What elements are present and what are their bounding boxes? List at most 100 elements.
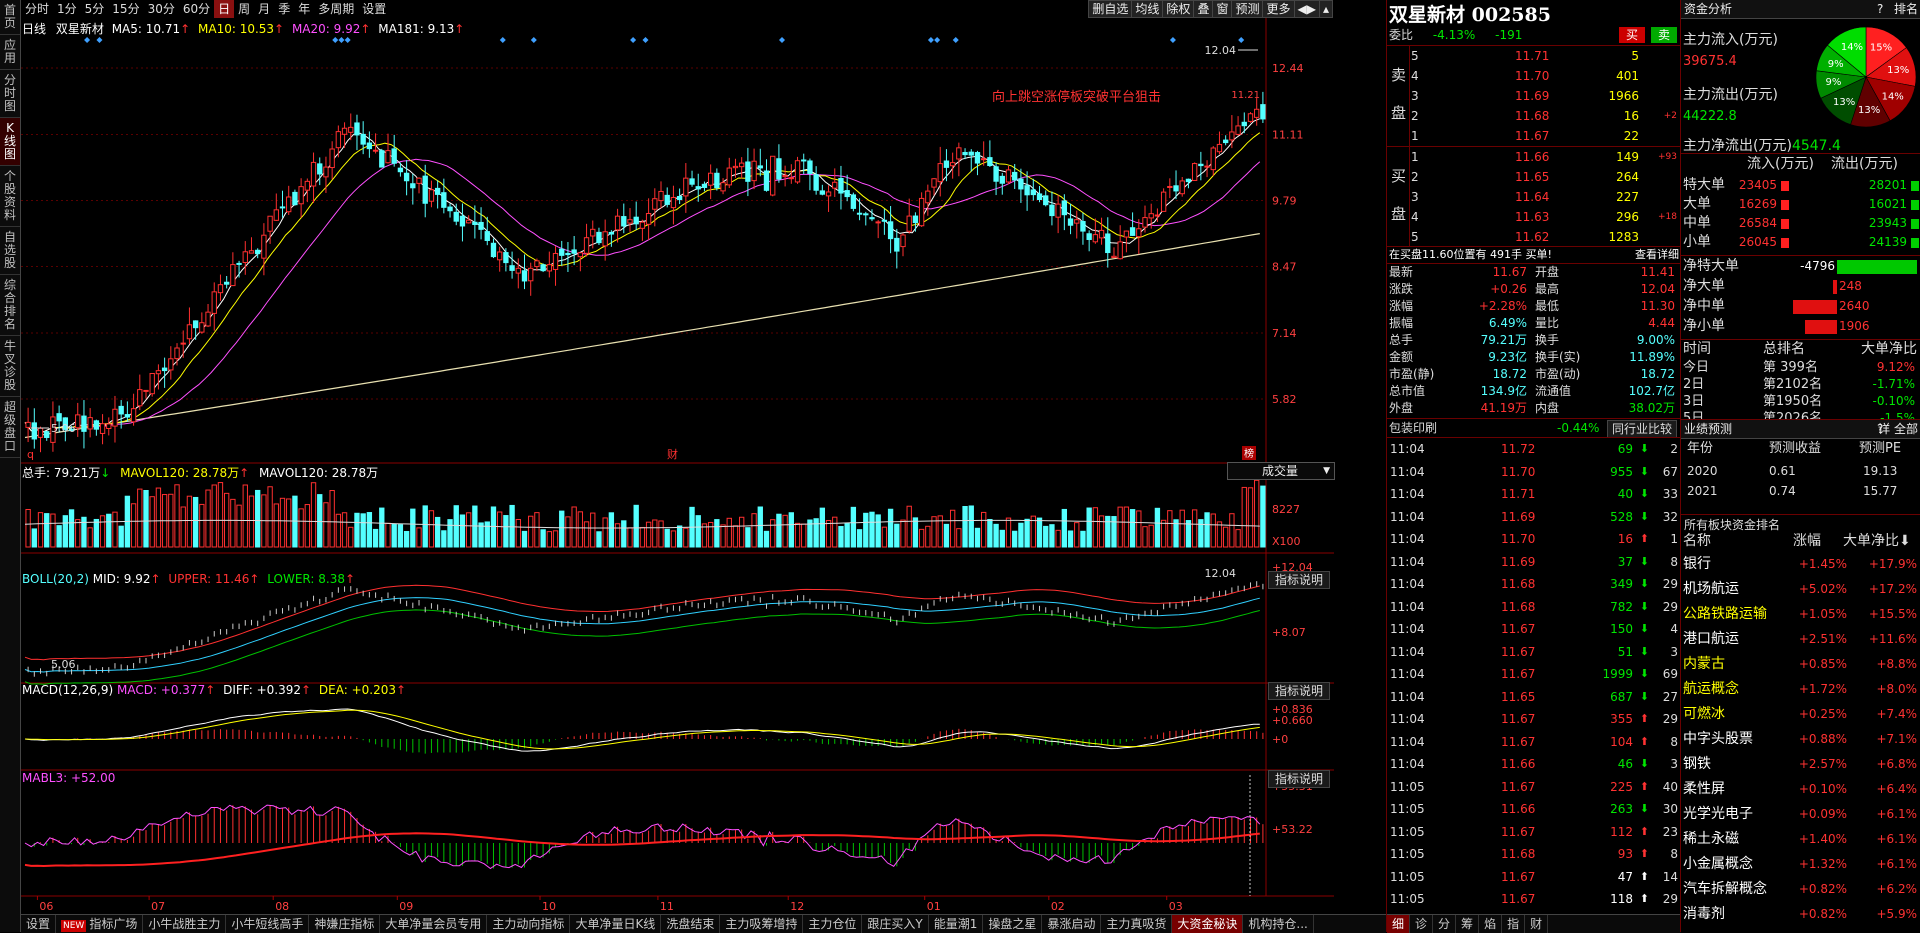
industry-compare-button[interactable]: 同行业比较: [1606, 420, 1677, 438]
indicator-tab[interactable]: 机构持仓...: [1243, 915, 1314, 933]
sector-row[interactable]: 公路铁路运输 +1.05% +15.5%: [1681, 602, 1920, 627]
indicator-tab[interactable]: 大单净量日K线: [570, 915, 662, 933]
indicator-tab[interactable]: 大单净量会员专用: [380, 915, 488, 933]
tick-tab[interactable]: 财: [1525, 915, 1549, 933]
toolbar-button[interactable]: 窗: [1212, 0, 1233, 18]
period-tab[interactable]: 年: [294, 0, 314, 18]
order-book-row[interactable]: 3 11.69 1966: [1409, 86, 1679, 106]
candle-body: [776, 158, 782, 180]
order-book-row[interactable]: 5 11.71 5: [1409, 46, 1679, 66]
sector-row[interactable]: 银行 +1.45% +17.9%: [1681, 552, 1920, 577]
indicator-tab[interactable]: 主力动向指标: [487, 915, 571, 933]
order-book-row[interactable]: 2 11.65 264: [1409, 167, 1679, 187]
candle-body: [887, 221, 894, 240]
indicator-tab[interactable]: 主力真吸货: [1101, 915, 1173, 933]
left-tab[interactable]: 超级盘口: [0, 397, 20, 458]
period-tab[interactable]: 日: [214, 0, 235, 18]
sector-row[interactable]: 稀土永磁 +1.40% +6.1%: [1681, 827, 1920, 852]
help-button-boll[interactable]: 指标说明: [1268, 571, 1331, 589]
sector-row[interactable]: 汽车拆解概念 +0.82% +6.2%: [1681, 877, 1920, 902]
industry-name[interactable]: 包装印刷: [1389, 421, 1437, 435]
indicator-tab[interactable]: 主力吸筹增持: [720, 915, 804, 933]
indicator-tab[interactable]: 大资金秘诀: [1172, 915, 1244, 933]
period-tab[interactable]: 15分: [108, 0, 143, 18]
left-tab[interactable]: 综合排名: [0, 275, 20, 336]
signal-diamond-icon: [934, 37, 941, 43]
tick-tab[interactable]: 筹: [1456, 915, 1480, 933]
indicator-tab[interactable]: 暴涨启动: [1042, 915, 1102, 933]
toolbar-button[interactable]: 叠: [1193, 0, 1214, 18]
capital-rank-button[interactable]: 排名: [1894, 0, 1918, 18]
order-book-row[interactable]: 4 11.63 296 +18: [1409, 207, 1679, 227]
indicator-tab[interactable]: 洗盘结束: [661, 915, 721, 933]
volume-bar: [534, 512, 540, 548]
order-book-row[interactable]: 2 11.68 16 +2: [1409, 106, 1679, 126]
forecast-all-button[interactable]: 详 全部: [1878, 420, 1918, 438]
left-tab[interactable]: 分时图: [0, 70, 20, 118]
period-tab[interactable]: 1分: [53, 0, 81, 18]
help-button-mabl[interactable]: 指标说明: [1268, 770, 1331, 788]
period-tab[interactable]: 多周期: [314, 0, 358, 18]
order-book-row[interactable]: 3 11.64 227: [1409, 187, 1679, 207]
volume-indicator-select[interactable]: 成交量 ▼: [1227, 462, 1335, 480]
toolbar-button[interactable]: 均线: [1131, 0, 1164, 18]
indicator-tab[interactable]: 小牛战胜主力: [143, 915, 227, 933]
sector-row[interactable]: 航运概念 +1.72% +8.0%: [1681, 677, 1920, 702]
period-tab[interactable]: 设置: [358, 0, 390, 18]
left-tab[interactable]: 自选股: [0, 227, 20, 275]
indicator-tab[interactable]: NEW 指标广场: [56, 915, 144, 933]
toolbar-button[interactable]: 删自选: [1088, 0, 1133, 18]
buy-button[interactable]: 买: [1619, 27, 1645, 43]
tick-tab[interactable]: 焰: [1479, 915, 1503, 933]
indicator-tab[interactable]: 设置: [21, 915, 57, 933]
sector-row[interactable]: 中字头股票 +0.88% +7.1%: [1681, 727, 1920, 752]
tick-tab[interactable]: 细: [1387, 915, 1411, 933]
period-tab[interactable]: 周: [234, 0, 254, 18]
indicator-tab[interactable]: 神嫌庄指标: [309, 915, 381, 933]
period-tab[interactable]: 分时: [21, 0, 53, 18]
period-tab[interactable]: 5分: [81, 0, 109, 18]
left-tab[interactable]: 牛叉诊股: [0, 336, 20, 397]
left-tab[interactable]: 首页: [0, 0, 20, 35]
indicator-tab[interactable]: 主力仓位: [803, 915, 863, 933]
sector-row[interactable]: 钢铁 +2.57% +6.8%: [1681, 752, 1920, 777]
tick-tab[interactable]: 指: [1502, 915, 1526, 933]
indicator-tab[interactable]: 小牛短线高手: [226, 915, 310, 933]
toolbar-button[interactable]: 除权: [1162, 0, 1195, 18]
sector-row[interactable]: 机场航运 +5.02% +17.2%: [1681, 577, 1920, 602]
candle-body: [968, 151, 974, 156]
capital-help-button[interactable]: ?: [1877, 0, 1883, 18]
candle-body: [230, 264, 236, 287]
indicator-tab[interactable]: 能量潮1: [929, 915, 984, 933]
pin-icon[interactable]: ▴: [1318, 0, 1333, 18]
period-tab[interactable]: 60分: [179, 0, 214, 18]
help-button-macd[interactable]: 指标说明: [1268, 682, 1331, 700]
order-book-row[interactable]: 1 11.67 22: [1409, 126, 1679, 146]
period-tab[interactable]: 30分: [144, 0, 179, 18]
tick-tab[interactable]: 诊: [1410, 915, 1434, 933]
sector-row[interactable]: 可燃冰 +0.25% +7.4%: [1681, 702, 1920, 727]
sector-row[interactable]: 消毒剂 +0.82% +5.9%: [1681, 902, 1920, 927]
notice-detail-link[interactable]: 查看详细: [1635, 247, 1679, 263]
nav-arrow-icon[interactable]: ◀▶: [1293, 0, 1320, 18]
left-tab[interactable]: K线图: [0, 118, 20, 166]
toolbar-button[interactable]: 预测: [1231, 0, 1264, 18]
sell-button[interactable]: 卖: [1651, 27, 1677, 43]
order-book-row[interactable]: 5 11.62 1283: [1409, 227, 1679, 247]
sector-row[interactable]: 光学光电子 +0.09% +6.1%: [1681, 802, 1920, 827]
order-book-row[interactable]: 1 11.66 149 +93: [1409, 147, 1679, 167]
sector-row[interactable]: 港口航运 +2.51% +11.6%: [1681, 627, 1920, 652]
sector-row[interactable]: 内蒙古 +0.85% +8.8%: [1681, 652, 1920, 677]
order-book-row[interactable]: 4 11.70 401: [1409, 66, 1679, 86]
sector-row[interactable]: 小金属概念 +1.32% +6.1%: [1681, 852, 1920, 877]
indicator-tab[interactable]: 跟庄买入Y: [862, 915, 929, 933]
period-tab[interactable]: 月: [254, 0, 274, 18]
left-tab[interactable]: 个股资料: [0, 166, 20, 227]
indicator-tab[interactable]: 操盘之星: [983, 915, 1043, 933]
toolbar-button[interactable]: 更多: [1262, 0, 1295, 18]
left-tab[interactable]: 应用: [0, 35, 20, 70]
candle-body: [1148, 213, 1154, 219]
sector-row[interactable]: 柔性屏 +0.10% +6.4%: [1681, 777, 1920, 802]
period-tab[interactable]: 季: [274, 0, 294, 18]
tick-tab[interactable]: 分: [1433, 915, 1457, 933]
